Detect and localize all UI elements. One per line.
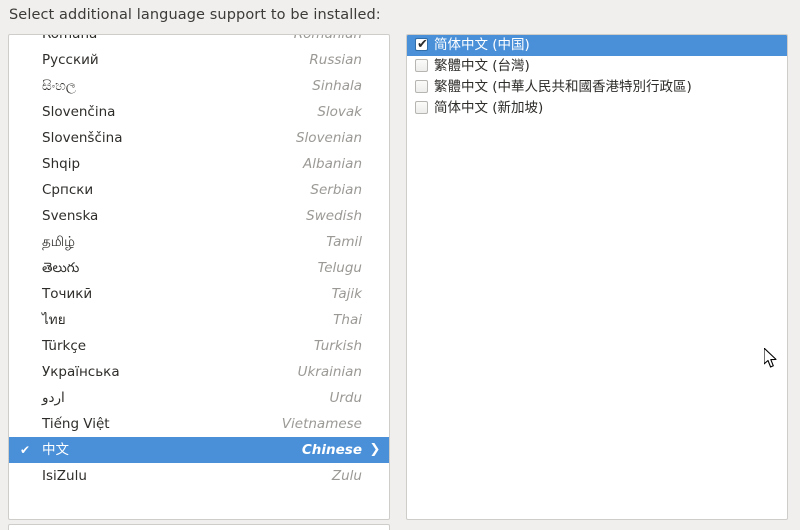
bottom-panel — [8, 524, 390, 530]
language-row[interactable]: ✔РусскийRussian❯ — [9, 47, 389, 73]
language-english-name: Albanian — [303, 156, 362, 172]
language-native-name: ไทย — [42, 312, 66, 328]
language-row[interactable]: ✔Tiếng ViệtVietnamese❯ — [9, 411, 389, 437]
language-native-name: Türkçe — [42, 338, 87, 354]
language-list-panel[interactable]: ✔RomânăRomanian❯✔РусскийRussian❯✔සිංහලSi… — [8, 34, 390, 520]
language-row[interactable]: ✔SlovenščinaSlovenian❯ — [9, 125, 389, 151]
language-variant-panel[interactable]: ✔ 简体中文 (中国) ✔ 繁體中文 (台灣) ✔ 繁體中文 (中華人民共和國香港特別行政… — [406, 34, 788, 520]
language-english-name: Slovenian — [295, 130, 362, 146]
language-row[interactable]: ✔СрпскиSerbian❯ — [9, 177, 389, 203]
language-native-name: اردو — [42, 390, 65, 406]
language-english-name: Telugu — [317, 260, 362, 276]
language-variant-row[interactable]: ✔ 简体中文 (新加坡) — [407, 98, 787, 119]
language-row[interactable]: ✔IsiZuluZulu❯ — [9, 463, 389, 489]
language-native-name: Українська — [42, 364, 120, 380]
checkbox[interactable]: ✔ — [415, 80, 428, 93]
language-row[interactable]: ✔ТочикӣTajik❯ — [9, 281, 389, 307]
language-english-name: Swedish — [306, 208, 362, 224]
check-icon: ✔ — [19, 443, 31, 457]
language-row[interactable]: ✔SvenskaSwedish❯ — [9, 203, 389, 229]
language-english-name: Tajik — [331, 286, 362, 302]
language-english-name: Vietnamese — [281, 416, 362, 432]
language-variant-label: 简体中文 (中国) — [434, 37, 530, 53]
language-row[interactable]: ✔ShqipAlbanian❯ — [9, 151, 389, 177]
language-row[interactable]: ✔TürkçeTurkish❯ — [9, 333, 389, 359]
language-variant-row[interactable]: ✔ 繁體中文 (台灣) — [407, 56, 787, 77]
language-native-name: Svenska — [42, 208, 99, 224]
language-native-name: Српски — [42, 182, 94, 198]
language-english-name: Chinese — [301, 442, 362, 458]
language-row[interactable]: ✔УкраїнськаUkrainian❯ — [9, 359, 389, 385]
language-english-name: Ukrainian — [297, 364, 362, 380]
language-row[interactable]: ✔SlovenčinaSlovak❯ — [9, 99, 389, 125]
language-native-name: 中文 — [42, 442, 69, 458]
language-row[interactable]: ✔ 中文 Chinese ❯ — [9, 437, 389, 463]
checkbox[interactable]: ✔ — [415, 101, 428, 114]
language-variant-list[interactable]: ✔ 简体中文 (中国) ✔ 繁體中文 (台灣) ✔ 繁體中文 (中華人民共和國香港特別行政… — [407, 35, 787, 119]
language-english-name: Turkish — [313, 338, 362, 354]
language-english-name: Zulu — [331, 468, 362, 484]
language-native-name: తెలుగు — [42, 260, 80, 276]
chevron-right-icon[interactable]: ❯ — [368, 437, 382, 463]
language-variant-row[interactable]: ✔ 简体中文 (中国) — [407, 35, 787, 56]
language-row[interactable]: ✔اردوUrdu❯ — [9, 385, 389, 411]
language-native-name: Slovenščina — [42, 130, 123, 146]
checkbox[interactable]: ✔ — [415, 37, 428, 52]
language-english-name: Urdu — [329, 390, 362, 406]
language-english-name: Tamil — [326, 234, 362, 250]
language-native-name: Română — [42, 34, 98, 42]
language-native-name: தமிழ் — [42, 234, 75, 250]
language-native-name: Русский — [42, 52, 99, 68]
language-variant-label: 繁體中文 (台灣) — [434, 58, 530, 74]
checkbox[interactable]: ✔ — [415, 59, 428, 72]
language-english-name: Sinhala — [312, 78, 362, 94]
language-native-name: Shqip — [42, 156, 81, 172]
language-native-name: IsiZulu — [42, 468, 87, 484]
language-row[interactable]: ✔తెలుగుTelugu❯ — [9, 255, 389, 281]
language-list[interactable]: ✔RomânăRomanian❯✔РусскийRussian❯✔සිංහලSi… — [9, 34, 389, 489]
language-row[interactable]: ✔ไทยThai❯ — [9, 307, 389, 333]
language-native-name: Tiếng Việt — [42, 416, 110, 432]
language-english-name: Serbian — [310, 182, 362, 198]
language-english-name: Romanian — [293, 34, 362, 42]
language-english-name: Russian — [309, 52, 362, 68]
language-english-name: Slovak — [317, 104, 362, 120]
language-variant-row[interactable]: ✔ 繁體中文 (中華人民共和國香港特別行政區) — [407, 77, 787, 98]
language-english-name: Thai — [333, 312, 362, 328]
language-native-name: Slovenčina — [42, 104, 116, 120]
language-variant-label: 繁體中文 (中華人民共和國香港特別行政區) — [434, 79, 692, 95]
page-title: Select additional language support to be… — [9, 7, 381, 23]
language-row[interactable]: ✔සිංහලSinhala❯ — [9, 73, 389, 99]
language-row[interactable]: ✔RomânăRomanian❯ — [9, 34, 389, 47]
language-variant-label: 简体中文 (新加坡) — [434, 100, 544, 116]
language-row[interactable]: ✔தமிழ்Tamil❯ — [9, 229, 389, 255]
check-icon: ✔ — [417, 37, 428, 52]
language-native-name: Точикӣ — [42, 286, 93, 302]
language-native-name: සිංහල — [42, 78, 77, 94]
